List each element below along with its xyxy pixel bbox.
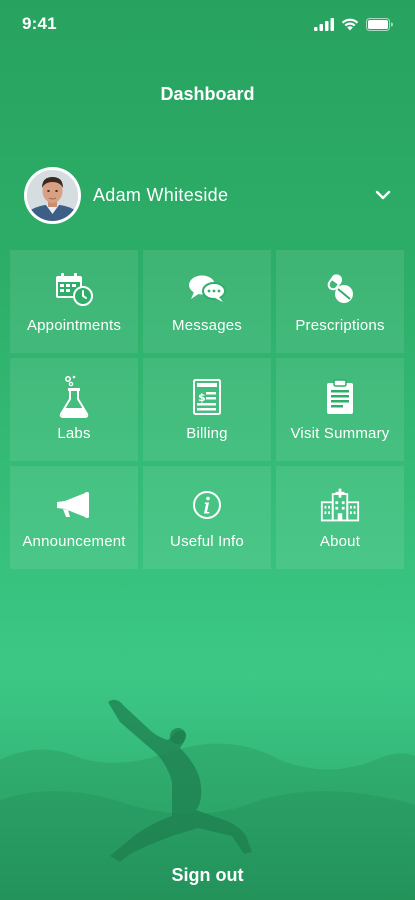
clipboard-icon: [320, 377, 360, 417]
chat-bubbles-icon: [187, 269, 227, 309]
avatar[interactable]: [24, 166, 81, 224]
info-icon: [187, 485, 227, 525]
svg-text:$: $: [198, 391, 206, 404]
signal-icon: [314, 17, 334, 31]
hospital-icon: [320, 485, 360, 525]
avatar-photo: [27, 169, 78, 221]
chevron-down-icon[interactable]: [372, 184, 394, 206]
status-bar: 9:41: [0, 0, 415, 48]
tile-visit-summary[interactable]: Visit Summary: [276, 358, 404, 461]
sign-out-button[interactable]: Sign out: [0, 850, 415, 900]
tile-label: Messages: [172, 317, 242, 334]
status-time: 9:41: [22, 14, 57, 33]
tile-label: Appointments: [26, 317, 122, 334]
megaphone-icon: [54, 485, 94, 525]
dashboard-grid: Appointments Messages Prescriptions Labs…: [10, 250, 405, 569]
battery-icon: [366, 17, 393, 31]
tile-label: Billing: [186, 425, 228, 442]
flask-icon: [54, 375, 94, 418]
tile-about[interactable]: About: [276, 466, 404, 569]
calendar-clock-icon: [54, 269, 94, 309]
status-icons: [314, 17, 393, 31]
tile-appointments[interactable]: Appointments: [10, 250, 138, 353]
tile-label: Visit Summary: [290, 425, 390, 442]
wifi-icon: [341, 18, 359, 30]
pills-icon: [320, 269, 360, 309]
tile-label: Labs: [57, 425, 91, 442]
invoice-icon: $: [187, 377, 227, 417]
profile-name: Adam Whiteside: [93, 184, 229, 205]
tile-label: Useful Info: [170, 533, 244, 550]
tile-label: Announcement: [22, 533, 126, 550]
tile-messages[interactable]: Messages: [143, 250, 271, 353]
tile-useful-info[interactable]: Useful Info: [143, 466, 271, 569]
tile-announcement[interactable]: Announcement: [10, 466, 138, 569]
tile-label: Prescriptions: [295, 317, 385, 334]
page-title: Dashboard: [160, 84, 255, 104]
tile-prescriptions[interactable]: Prescriptions: [276, 250, 404, 353]
tile-billing[interactable]: $ Billing: [143, 358, 271, 461]
tile-labs[interactable]: Labs: [10, 358, 138, 461]
tile-label: About: [319, 533, 361, 550]
profile-selector[interactable]: Adam Whiteside: [24, 166, 394, 224]
